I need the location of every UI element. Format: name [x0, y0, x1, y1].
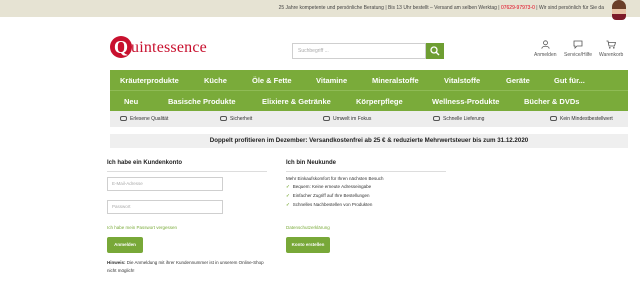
login-hint: Hinweis: Die Anmeldung mit ihrer Kundenn… [107, 259, 267, 275]
nav-row-2: Neu Basische Produkte Elixiere & Getränk… [110, 91, 628, 111]
email-field[interactable]: E-Mail-Adresse [107, 177, 223, 191]
login-title: Ich habe ein Kundenkonto [107, 160, 183, 166]
hint-label: Hinweis: [107, 260, 126, 265]
phone-link[interactable]: 07629-97973-0 [501, 5, 535, 11]
consultant-avatar [612, 0, 626, 20]
user-icon [541, 40, 550, 49]
usp-delivery: Schnelle Lieferung [433, 116, 484, 122]
tag-icon [550, 116, 557, 121]
hint-text: Die Anmeldung mit ihrer Kundennummer ist… [107, 260, 264, 273]
nav-item-mineralstoffe[interactable]: Mineralstoffe [372, 76, 419, 85]
benefit-item: ✓ Schnelles Nachbestellen von Produkten [286, 202, 372, 208]
nav-item-neu[interactable]: Neu [124, 97, 138, 106]
chat-icon [573, 40, 583, 49]
cart-label: Warenkorb [599, 52, 624, 58]
nav-item-koerperpflege[interactable]: Körperpflege [356, 97, 403, 106]
nav-item-buecher-dvds[interactable]: Bücher & DVDs [524, 97, 579, 106]
lock-icon [220, 116, 227, 121]
password-field[interactable]: Passwort [107, 200, 223, 214]
nav-item-geraete[interactable]: Geräte [506, 76, 530, 85]
service-info: 25 Jahre kompetente und persönliche Bera… [278, 5, 500, 11]
service-label: Service/Hilfe [564, 52, 593, 58]
search-icon [430, 46, 440, 56]
login-divider [107, 171, 267, 172]
search-button[interactable] [426, 43, 444, 59]
login-label: Anmelden [534, 52, 557, 58]
cart-icon [606, 40, 617, 49]
nav-row-1: Kräuterprodukte Küche Öle & Fette Vitami… [110, 70, 628, 90]
benefit-item: ✓ Bequem: Keine erneute Adresseingabe [286, 184, 371, 190]
personal-service-text: | Wir sind persönlich für Sie da [536, 5, 604, 11]
logo[interactable]: Q uintessence [110, 36, 220, 58]
benefit-label: Einfacher Zugriff auf Ihre Bestellungen [292, 193, 370, 198]
logo-wordmark: uintessence [131, 39, 207, 56]
checkmark-icon: ✓ [286, 184, 290, 189]
register-intro: Mehr Einkaufskomfort für Ihren nächsten … [286, 176, 384, 181]
benefit-label: Schnelles Nachbestellen von Produkten [292, 202, 373, 207]
privacy-link[interactable]: Datenschutzerklärung [286, 225, 330, 230]
register-title: Ich bin Neukunde [286, 160, 337, 166]
benefit-item: ✓ Einfacher Zugriff auf Ihre Bestellungen [286, 193, 370, 199]
search-input[interactable]: Suchbegriff ... [292, 43, 426, 59]
promo-banner: Doppelt profitieren im Dezember: Versand… [110, 134, 628, 148]
nav-item-vitamine[interactable]: Vitamine [316, 76, 347, 85]
nav-item-vitalstoffe[interactable]: Vitalstoffe [444, 76, 480, 85]
create-account-button[interactable]: Konto erstellen [286, 237, 330, 253]
cart-action[interactable]: Warenkorb [599, 40, 623, 58]
main-navigation: Kräuterprodukte Küche Öle & Fette Vitami… [110, 70, 628, 111]
quality-icon [120, 116, 127, 121]
checkmark-icon: ✓ [286, 193, 290, 198]
usp-bar: Erlesene Qualität Sicherheit Umwelt im F… [110, 111, 628, 127]
usp-environment-label: Umwelt im Fokus [333, 116, 372, 122]
usp-environment: Umwelt im Fokus [323, 116, 371, 122]
nav-item-oele-fette[interactable]: Öle & Fette [252, 76, 292, 85]
truck-icon [433, 116, 440, 121]
usp-quality: Erlesene Qualität [120, 116, 168, 122]
nav-item-elixiere-getraenke[interactable]: Elixiere & Getränke [262, 97, 331, 106]
usp-security: Sicherheit [220, 116, 252, 122]
top-info-text: 25 Jahre kompetente und persönliche Bera… [279, 0, 604, 17]
leaf-icon [323, 116, 330, 121]
nav-item-kueche[interactable]: Küche [204, 76, 227, 85]
forgot-password-link[interactable]: Ich habe mein Passwort vergessen [107, 225, 177, 230]
top-info-bar: 25 Jahre kompetente und persönliche Bera… [0, 0, 640, 20]
usp-security-label: Sicherheit [230, 116, 253, 122]
logo-q-mark: Q [110, 36, 132, 58]
service-action[interactable]: Service/Hilfe [564, 40, 592, 58]
login-button[interactable]: Anmelden [107, 237, 143, 253]
nav-item-basische-produkte[interactable]: Basische Produkte [168, 97, 236, 106]
benefit-label: Bequem: Keine erneute Adresseingabe [292, 184, 372, 189]
checkmark-icon: ✓ [286, 202, 290, 207]
usp-quality-label: Erlesene Qualität [130, 116, 169, 122]
nav-item-gut-fuer[interactable]: Gut für... [554, 76, 585, 85]
usp-delivery-label: Schnelle Lieferung [443, 116, 485, 122]
usp-no-minimum-label: Kein Mindestbestellwert [560, 116, 613, 122]
register-divider [286, 171, 446, 172]
login-action[interactable]: Anmelden [534, 40, 557, 58]
usp-no-minimum: Kein Mindestbestellwert [550, 116, 613, 122]
nav-item-kraeuterprodukte[interactable]: Kräuterprodukte [120, 76, 179, 85]
nav-item-wellness-produkte[interactable]: Wellness-Produkte [432, 97, 499, 106]
